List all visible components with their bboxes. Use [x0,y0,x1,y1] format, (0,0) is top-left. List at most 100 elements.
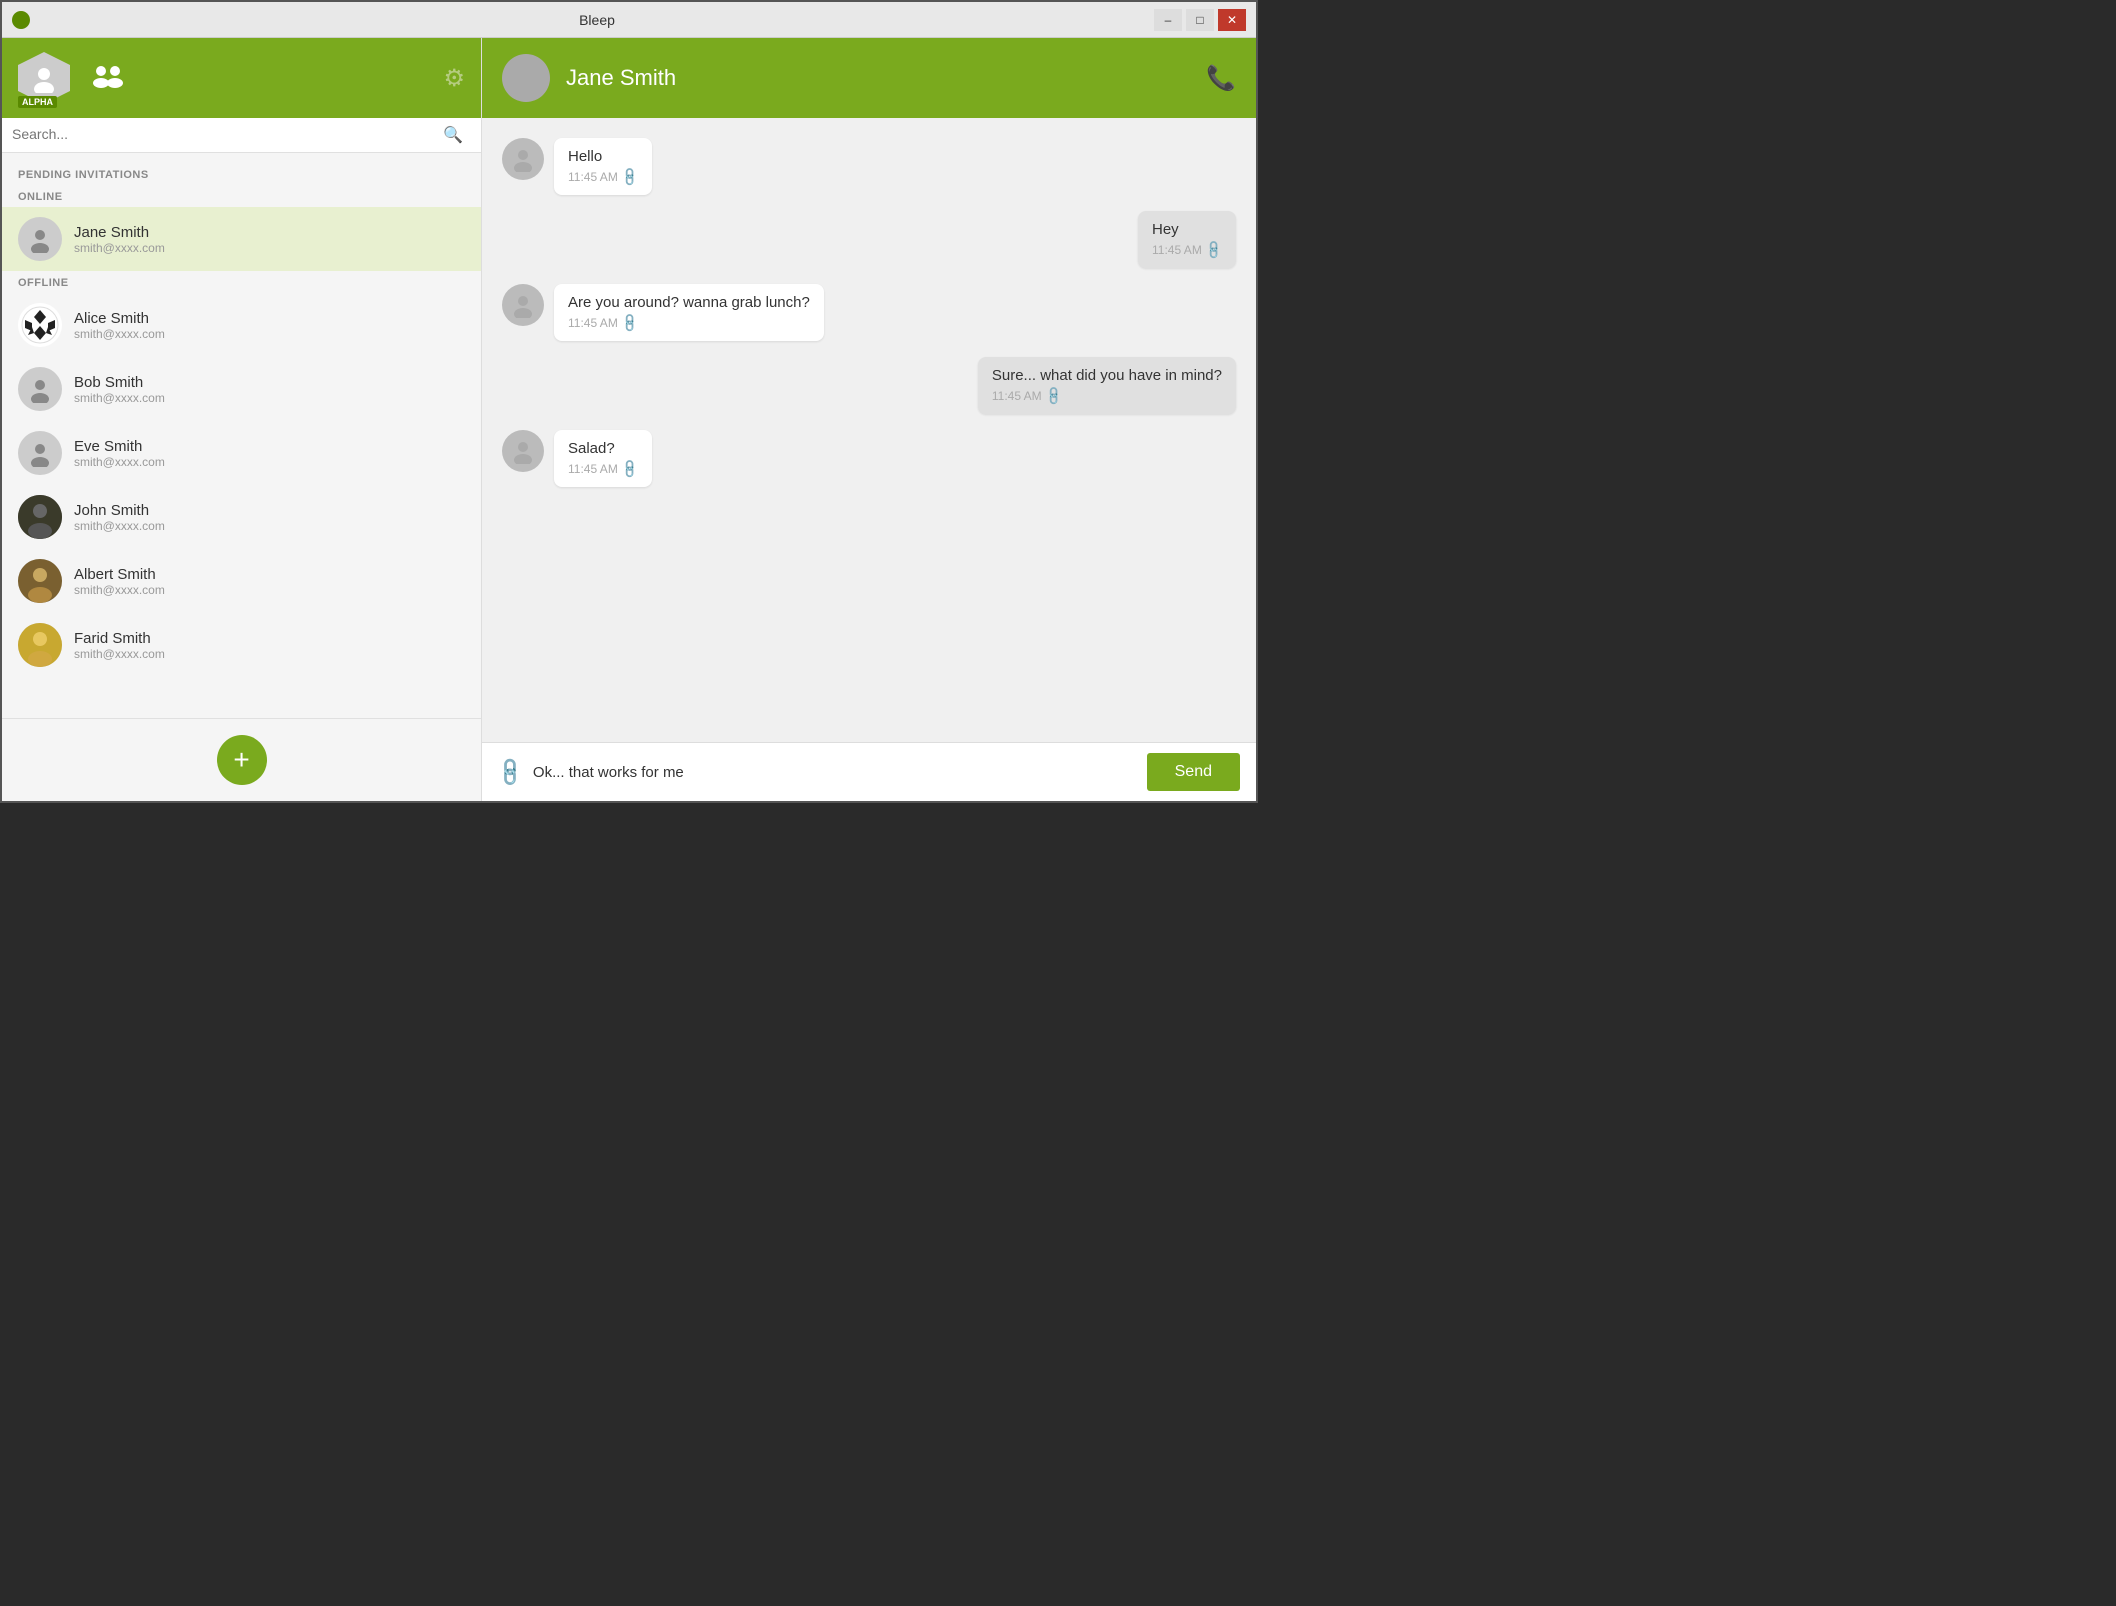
contact-item-bob[interactable]: Bob Smith smith@xxxx.com [2,357,481,421]
close-button[interactable]: ✕ [1218,9,1246,31]
message-meta-2: 11:45 AM 🔗 [1152,242,1222,258]
msg-avatar-1 [502,138,544,180]
contact-info-albert: Albert Smith smith@xxxx.com [74,566,465,597]
contact-item-eve[interactable]: Eve Smith smith@xxxx.com [2,421,481,485]
message-text-5: Salad? [568,440,638,457]
contact-info-eve: Eve Smith smith@xxxx.com [74,438,465,469]
link-icon-2: 🔗 [1203,239,1226,262]
contact-email-albert: smith@xxxx.com [74,583,465,597]
search-icon: 🔍 [443,125,463,145]
search-container: 🔍 [2,118,481,153]
main-content: ALPHA ⚙ 🔍 P [2,38,1256,801]
window-controls: – □ ✕ [1154,9,1246,31]
attachment-icon[interactable]: 🔗 [493,754,528,789]
chat-header: Jane Smith 📞 [482,38,1256,118]
minimize-button[interactable]: – [1154,9,1182,31]
maximize-button[interactable]: □ [1186,9,1214,31]
online-section-header: ONLINE [2,185,481,207]
contact-avatar-john [18,495,62,539]
msg-person-icon-5 [510,438,536,464]
contact-name-eve: Eve Smith [74,438,465,455]
message-row-5: Salad? 11:45 AM 🔗 [502,430,1236,487]
contact-email-jane: smith@xxxx.com [74,241,465,255]
contacts-svg [90,61,126,89]
message-meta-1: 11:45 AM 🔗 [568,169,638,185]
link-icon-3: 🔗 [619,312,642,335]
app-title: Bleep [40,12,1154,28]
chat-avatar-icon [510,62,542,94]
messages-container: Hello 11:45 AM 🔗 Hey 11:45 AM 🔗 [482,118,1256,742]
contact-info-jane: Jane Smith smith@xxxx.com [74,224,465,255]
message-row-1: Hello 11:45 AM 🔗 [502,138,1236,195]
person-icon [26,225,54,253]
message-text-3: Are you around? wanna grab lunch? [568,294,810,311]
send-button[interactable]: Send [1147,753,1240,791]
sidebar-header: ALPHA ⚙ [2,38,481,118]
contact-info-bob: Bob Smith smith@xxxx.com [74,374,465,405]
message-time-2: 11:45 AM [1152,243,1202,257]
contact-item-farid[interactable]: Farid Smith smith@xxxx.com [2,613,481,677]
contact-avatar-jane [18,217,62,261]
link-icon-1: 🔗 [619,166,642,189]
contact-email-john: smith@xxxx.com [74,519,465,533]
add-contact-button[interactable]: + [217,735,267,785]
chat-input[interactable] [533,764,1137,781]
chat-contact-name: Jane Smith [566,65,1190,91]
link-icon-4: 🔗 [1042,385,1065,408]
contact-name-farid: Farid Smith [74,630,465,647]
soccer-ball-icon [20,305,60,345]
user-avatar-container: ALPHA [18,52,70,104]
chat-input-area: 🔗 Send [482,742,1256,801]
contact-email-bob: smith@xxxx.com [74,391,465,405]
contact-email-eve: smith@xxxx.com [74,455,465,469]
pending-section-header: PENDING INVITATIONS [2,163,481,185]
contact-info-alice: Alice Smith smith@xxxx.com [74,310,465,341]
contact-item-jane[interactable]: Jane Smith smith@xxxx.com [2,207,481,271]
sidebar: ALPHA ⚙ 🔍 P [2,38,482,801]
contact-item-albert[interactable]: Albert Smith smith@xxxx.com [2,549,481,613]
msg-avatar-3 [502,284,544,326]
alpha-badge: ALPHA [18,96,57,108]
msg-person-icon-3 [510,292,536,318]
message-time-3: 11:45 AM [568,316,618,330]
settings-icon[interactable]: ⚙ [443,64,465,93]
message-bubble-3: Are you around? wanna grab lunch? 11:45 … [554,284,824,341]
call-icon[interactable]: 📞 [1206,64,1236,93]
contact-item-john[interactable]: John Smith smith@xxxx.com [2,485,481,549]
msg-avatar-5 [502,430,544,472]
contact-info-farid: Farid Smith smith@xxxx.com [74,630,465,661]
contact-name-jane: Jane Smith [74,224,465,241]
message-bubble-1: Hello 11:45 AM 🔗 [554,138,652,195]
message-text-2: Hey [1152,221,1222,238]
message-bubble-2: Hey 11:45 AM 🔗 [1138,211,1236,268]
message-bubble-5: Salad? 11:45 AM 🔗 [554,430,652,487]
contact-avatar-bob [18,367,62,411]
contacts-icon[interactable] [90,61,126,96]
contact-avatar-farid [18,623,62,667]
message-row-2: Hey 11:45 AM 🔗 [502,211,1236,268]
message-meta-5: 11:45 AM 🔗 [568,461,638,477]
person-icon-john [18,495,62,539]
person-icon-albert [18,559,62,603]
chat-contact-avatar [502,54,550,102]
contact-name-bob: Bob Smith [74,374,465,391]
contact-item-alice[interactable]: Alice Smith smith@xxxx.com [2,293,481,357]
contact-avatar-alice [18,303,62,347]
message-text-1: Hello [568,148,638,165]
title-bar: Bleep – □ ✕ [2,2,1256,38]
user-avatar-icon [29,63,59,93]
person-icon-bob [26,375,54,403]
sidebar-footer: + [2,718,481,801]
message-time-4: 11:45 AM [992,389,1042,403]
contact-info-john: John Smith smith@xxxx.com [74,502,465,533]
message-bubble-4: Sure... what did you have in mind? 11:45… [978,357,1236,414]
contact-email-alice: smith@xxxx.com [74,327,465,341]
message-text-4: Sure... what did you have in mind? [992,367,1222,384]
contact-email-farid: smith@xxxx.com [74,647,465,661]
contact-name-alice: Alice Smith [74,310,465,327]
link-icon-5: 🔗 [619,458,642,481]
message-row-4: Sure... what did you have in mind? 11:45… [502,357,1236,414]
message-row-3: Are you around? wanna grab lunch? 11:45 … [502,284,1236,341]
search-input[interactable] [12,126,471,142]
offline-section-header: OFFLINE [2,271,481,293]
